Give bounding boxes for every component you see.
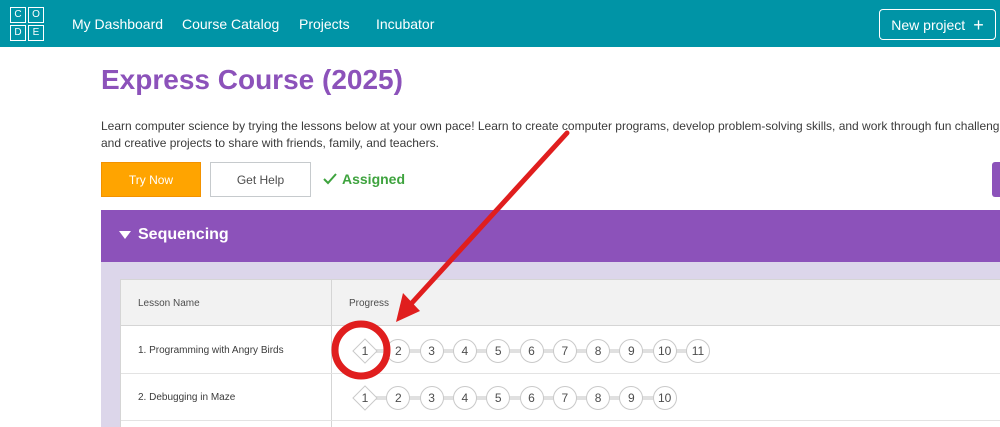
table-row: 1. Programming with Angry Birds 1 2345678… — [121, 327, 1000, 374]
level-bubble[interactable]: 6 — [519, 339, 544, 363]
level-bubble[interactable]: 2 — [386, 339, 411, 363]
lesson-name-link[interactable]: 2. Debugging in Maze — [138, 392, 235, 403]
assigned-status: Assigned — [323, 171, 405, 187]
level-bubble[interactable]: 9 — [619, 386, 644, 410]
level-bubble-diamond[interactable]: 1 — [352, 385, 378, 411]
try-now-button[interactable]: Try Now — [101, 162, 201, 197]
level-bubble[interactable]: 10 — [652, 386, 677, 410]
top-nav-bar: C O D E My Dashboard Course Catalog Proj… — [0, 0, 1000, 47]
lesson-name-link[interactable]: 1. Programming with Angry Birds — [138, 345, 284, 356]
level-bubble[interactable]: 5 — [486, 386, 511, 410]
level-bubble[interactable]: 11 — [686, 339, 710, 363]
caret-down-icon — [119, 231, 131, 239]
level-bubble[interactable]: 8 — [586, 339, 611, 363]
level-bubble[interactable]: 4 — [452, 386, 477, 410]
level-bubble[interactable]: 6 — [519, 386, 544, 410]
assign-button-edge[interactable] — [992, 162, 1000, 197]
checkmark-icon — [323, 173, 337, 185]
nav-projects[interactable]: Projects — [299, 16, 350, 32]
get-help-button[interactable]: Get Help — [210, 162, 311, 197]
logo-letter: E — [28, 25, 44, 41]
course-title: Express Course (2025) — [101, 64, 403, 95]
code-org-logo[interactable]: C O D E — [10, 7, 44, 41]
new-project-button[interactable]: New project + — [879, 9, 996, 40]
logo-letter: O — [28, 7, 44, 23]
logo-letter: D — [10, 25, 26, 41]
level-bubble[interactable]: 2 — [386, 386, 411, 410]
table-header-row: Lesson Name Progress — [121, 280, 1000, 326]
unit-title: Sequencing — [138, 226, 229, 243]
level-bubble[interactable]: 7 — [552, 339, 577, 363]
unit-header-sequencing[interactable]: Sequencing — [101, 210, 1000, 262]
assigned-label: Assigned — [342, 171, 406, 187]
level-bubble[interactable]: 4 — [452, 339, 477, 363]
nav-incubator[interactable]: Incubator — [376, 16, 434, 32]
level-bubble[interactable]: 3 — [419, 339, 444, 363]
level-bubble-diamond[interactable]: 1 — [352, 338, 378, 364]
course-description: Learn computer science by trying the les… — [101, 118, 1000, 152]
course-description-line: Learn computer science by trying the les… — [101, 119, 1000, 133]
table-row: 2. Debugging in Maze 1 2 3 4 5 6 7 8 9 10 — [121, 374, 1000, 421]
level-number: 1 — [361, 344, 369, 358]
logo-letter: C — [10, 7, 26, 23]
course-description-line: and creative projects to share with frie… — [101, 136, 439, 150]
level-bubble[interactable]: 10 — [652, 339, 677, 363]
new-project-label: New project — [891, 16, 966, 33]
level-bubble[interactable]: 8 — [586, 386, 611, 410]
level-bubble[interactable]: 3 — [419, 386, 444, 410]
level-number: 1 — [361, 391, 369, 405]
page: C O D E My Dashboard Course Catalog Proj… — [0, 0, 1000, 427]
level-bubble[interactable]: 7 — [552, 386, 577, 410]
header-lesson-name: Lesson Name — [138, 298, 200, 309]
level-bubble[interactable]: 9 — [619, 339, 644, 363]
header-progress: Progress — [349, 298, 390, 309]
nav-course-catalog[interactable]: Course Catalog — [182, 16, 279, 32]
nav-my-dashboard[interactable]: My Dashboard — [72, 16, 163, 32]
plus-icon: + — [973, 14, 984, 35]
lesson-table: Lesson Name Progress 1. Programming with… — [120, 279, 1000, 427]
level-bubble[interactable]: 5 — [486, 339, 511, 363]
